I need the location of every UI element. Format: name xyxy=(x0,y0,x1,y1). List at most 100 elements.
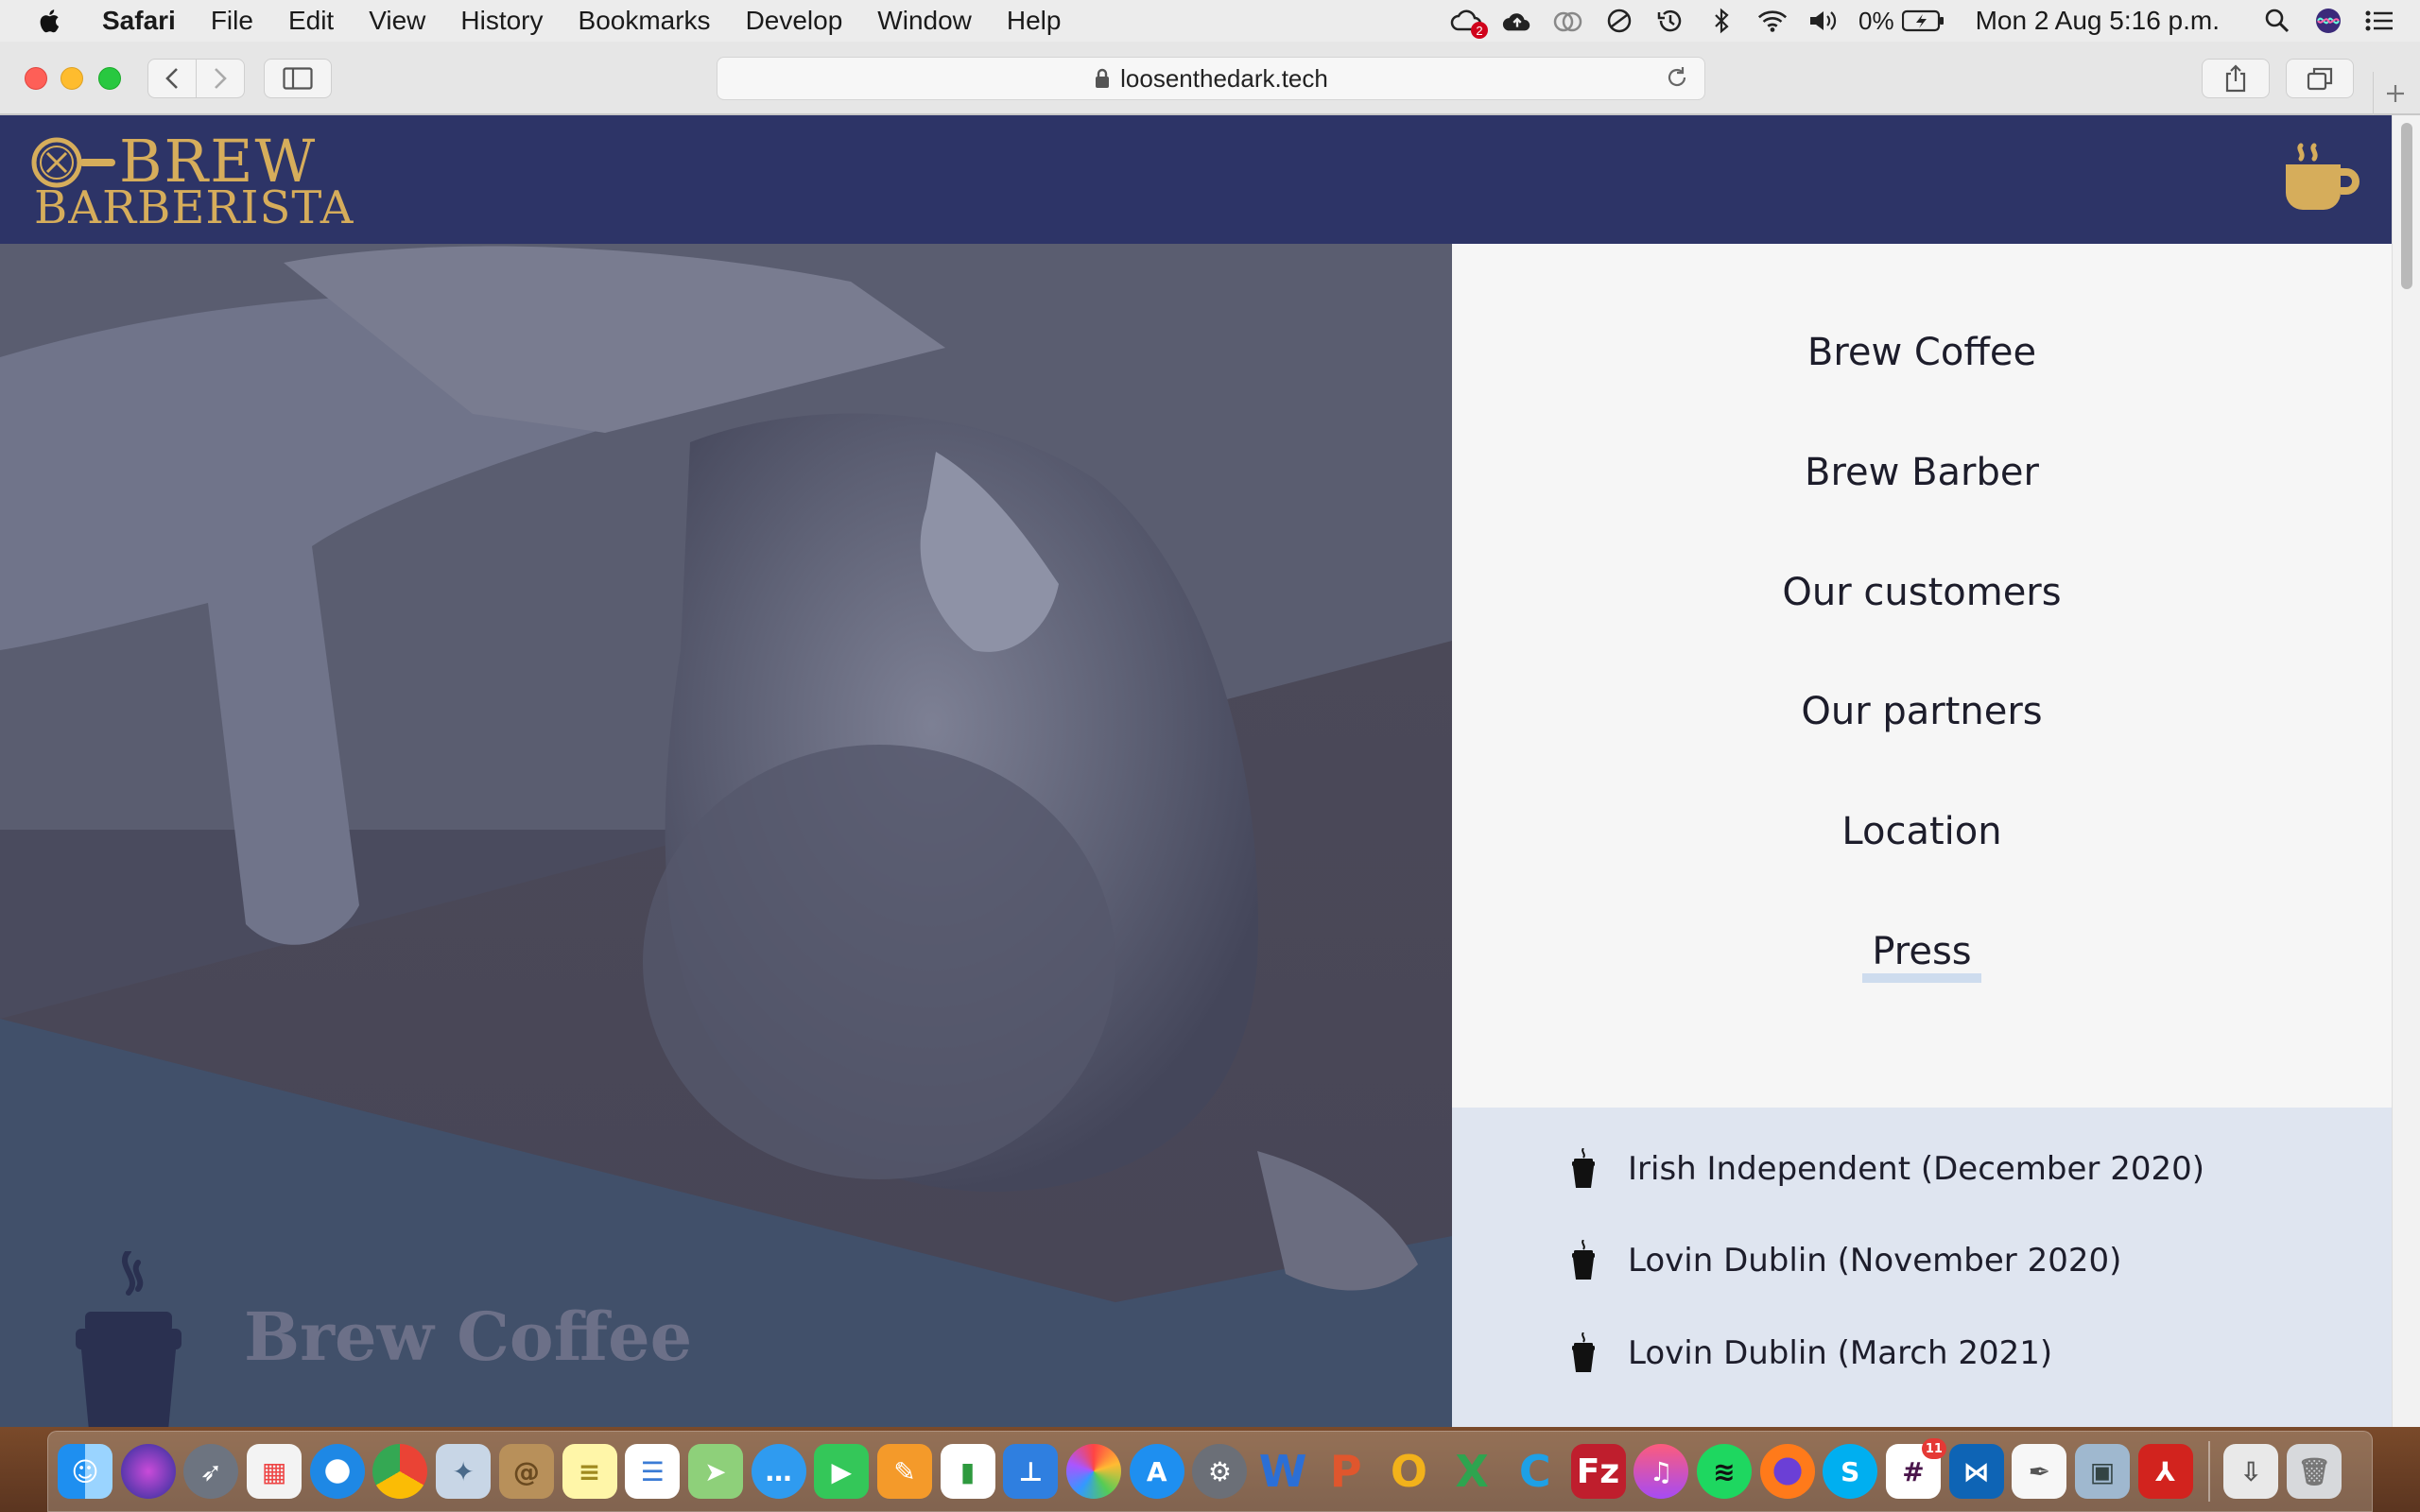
downloads-icon[interactable]: ⇩ xyxy=(2223,1444,2279,1499)
volume-icon[interactable] xyxy=(1807,7,1840,35)
chevron-left-icon xyxy=(165,68,178,89)
messages-icon[interactable]: … xyxy=(751,1444,806,1499)
web-page: BREW BARBERISTA Brew Coffee Brew Coffee … xyxy=(0,115,2392,1427)
press-link-lovin-dublin-mar-2021[interactable]: Lovin Dublin (March 2021) xyxy=(1571,1330,2052,1377)
firefox-icon[interactable] xyxy=(1759,1444,1815,1499)
chrome-icon[interactable] xyxy=(372,1444,428,1499)
menu-view[interactable]: View xyxy=(369,6,425,36)
press-link-irish-independent[interactable]: Irish Independent (December 2020) xyxy=(1571,1145,2204,1193)
word-icon[interactable]: W xyxy=(1255,1444,1310,1499)
trash-icon[interactable]: 🗑 xyxy=(2287,1444,2342,1499)
powerpoint-icon[interactable]: P xyxy=(1319,1444,1374,1499)
press-label: Irish Independent (December 2020) xyxy=(1628,1150,2205,1188)
battery-status[interactable]: 0% xyxy=(1858,7,1945,36)
nav-link-our-customers[interactable]: Our customers xyxy=(1452,571,2392,614)
vscode-icon[interactable]: ⋈ xyxy=(1948,1444,2004,1499)
apps-grid-icon[interactable]: ▦ xyxy=(247,1444,302,1499)
menu-history[interactable]: History xyxy=(460,6,543,36)
menu-app-safari[interactable]: Safari xyxy=(102,6,176,36)
photos-icon[interactable] xyxy=(1066,1444,1121,1499)
new-tab-button[interactable] xyxy=(2373,72,2416,115)
nav-label: Our partners xyxy=(1801,690,2043,733)
battery-percent: 0% xyxy=(1858,6,1894,35)
menu-file[interactable]: File xyxy=(211,6,253,36)
takeaway-cup-icon xyxy=(1571,1240,1598,1281)
nav-link-location[interactable]: Location xyxy=(1452,810,2392,853)
page-scrollbar[interactable] xyxy=(2392,115,2420,1427)
apple-menu-icon[interactable] xyxy=(36,7,74,35)
menu-help[interactable]: Help xyxy=(1007,6,1062,36)
slack-icon[interactable]: # 11 xyxy=(1885,1438,1946,1499)
chevron-right-icon xyxy=(215,68,227,89)
address-bar[interactable]: loosenthedark.tech xyxy=(717,57,1705,100)
menubar-clock[interactable]: Mon 2 Aug 5:16 p.m. xyxy=(1976,6,2220,36)
outlook-icon[interactable]: O xyxy=(1381,1444,1436,1499)
skype-icon[interactable]: S xyxy=(1823,1444,1878,1499)
fullscreen-window-button[interactable] xyxy=(98,67,121,90)
notification-center-icon[interactable] xyxy=(2363,7,2395,35)
press-label: Lovin Dublin (November 2020) xyxy=(1628,1242,2122,1280)
forward-button[interactable] xyxy=(196,59,245,98)
cloud-upload-icon[interactable] xyxy=(1501,7,1533,35)
nav-label: Our customers xyxy=(1782,571,2062,614)
scrollbar-thumb[interactable] xyxy=(2401,123,2412,289)
share-button[interactable] xyxy=(2202,59,2270,98)
menu-window[interactable]: Window xyxy=(877,6,972,36)
siri-icon[interactable] xyxy=(120,1444,176,1499)
c-app-icon[interactable]: C xyxy=(1508,1444,1563,1499)
url-text: loosenthedark.tech xyxy=(1120,63,1328,93)
back-button[interactable] xyxy=(147,59,197,98)
site-logo[interactable]: BREW BARBERISTA xyxy=(30,130,353,234)
menu-edit[interactable]: Edit xyxy=(288,6,334,36)
spotify-icon[interactable]: ≋ xyxy=(1696,1444,1752,1499)
menu-develop[interactable]: Develop xyxy=(746,6,843,36)
pages-icon[interactable]: ✎ xyxy=(876,1444,932,1499)
minimize-window-button[interactable] xyxy=(60,67,83,90)
filezilla-icon[interactable]: Fz xyxy=(1570,1444,1626,1499)
siri-menubar-icon[interactable] xyxy=(2312,7,2344,35)
nav-link-brew-barber[interactable]: Brew Barber xyxy=(1452,451,2392,494)
app-store-icon[interactable]: A xyxy=(1129,1444,1184,1499)
excel-icon[interactable]: X xyxy=(1444,1444,1499,1499)
nav-link-press[interactable]: Press xyxy=(1452,930,2392,983)
system-preferences-icon[interactable]: ⚙ xyxy=(1192,1444,1248,1499)
creative-cloud-icon[interactable]: 2 xyxy=(1450,7,1489,39)
nav-link-brew-coffee[interactable]: Brew Coffee xyxy=(1452,331,2392,374)
press-link-lovin-dublin-nov-2020[interactable]: Lovin Dublin (November 2020) xyxy=(1571,1237,2121,1284)
finder-icon[interactable]: ☺ xyxy=(58,1444,112,1499)
cloud-badge: 2 xyxy=(1471,22,1489,39)
reload-icon[interactable] xyxy=(1665,65,1689,96)
music-icon[interactable]: ♫ xyxy=(1634,1444,1689,1499)
acrobat-icon[interactable]: ⅄ xyxy=(2137,1444,2193,1499)
contacts-icon[interactable]: @ xyxy=(498,1444,554,1499)
bluetooth-icon[interactable] xyxy=(1705,7,1737,35)
textedit-icon[interactable]: ✒ xyxy=(2012,1444,2067,1499)
numbers-icon[interactable]: ▮ xyxy=(940,1444,995,1499)
wifi-icon[interactable] xyxy=(1756,7,1789,35)
reminders-icon[interactable]: ☰ xyxy=(625,1444,681,1499)
safari-icon[interactable] xyxy=(309,1444,365,1499)
nav-label: Location xyxy=(1841,810,2002,853)
keynote-icon[interactable]: ⊥ xyxy=(1003,1444,1059,1499)
close-window-button[interactable] xyxy=(25,67,47,90)
time-machine-icon[interactable] xyxy=(1654,7,1686,35)
coffee-cup-menu-icon[interactable] xyxy=(2280,142,2360,221)
lock-icon xyxy=(1094,68,1111,89)
sidebar-toggle-button[interactable] xyxy=(264,59,332,98)
nav-label: Brew Coffee xyxy=(1806,331,2037,374)
facetime-icon[interactable]: ▶ xyxy=(814,1444,870,1499)
maps-icon[interactable]: ➤ xyxy=(687,1444,743,1499)
takeaway-cup-icon xyxy=(1571,1148,1598,1190)
sidebar-icon xyxy=(283,67,313,90)
menu-bookmarks[interactable]: Bookmarks xyxy=(579,6,711,36)
show-tabs-button[interactable] xyxy=(2286,59,2354,98)
preview-icon[interactable]: ✦ xyxy=(436,1444,492,1499)
nav-link-our-partners[interactable]: Our partners xyxy=(1452,690,2392,733)
do-not-disturb-icon[interactable] xyxy=(1603,7,1635,35)
cloud-sync-icon[interactable] xyxy=(1552,7,1584,35)
launchpad-icon[interactable]: ➶ xyxy=(183,1444,239,1499)
logo-text-barberista: BARBERISTA xyxy=(34,181,354,234)
spotlight-search-icon[interactable] xyxy=(2261,7,2293,35)
image-capture-icon[interactable]: ▣ xyxy=(2075,1444,2130,1499)
notes-icon[interactable]: ≡ xyxy=(562,1444,617,1499)
